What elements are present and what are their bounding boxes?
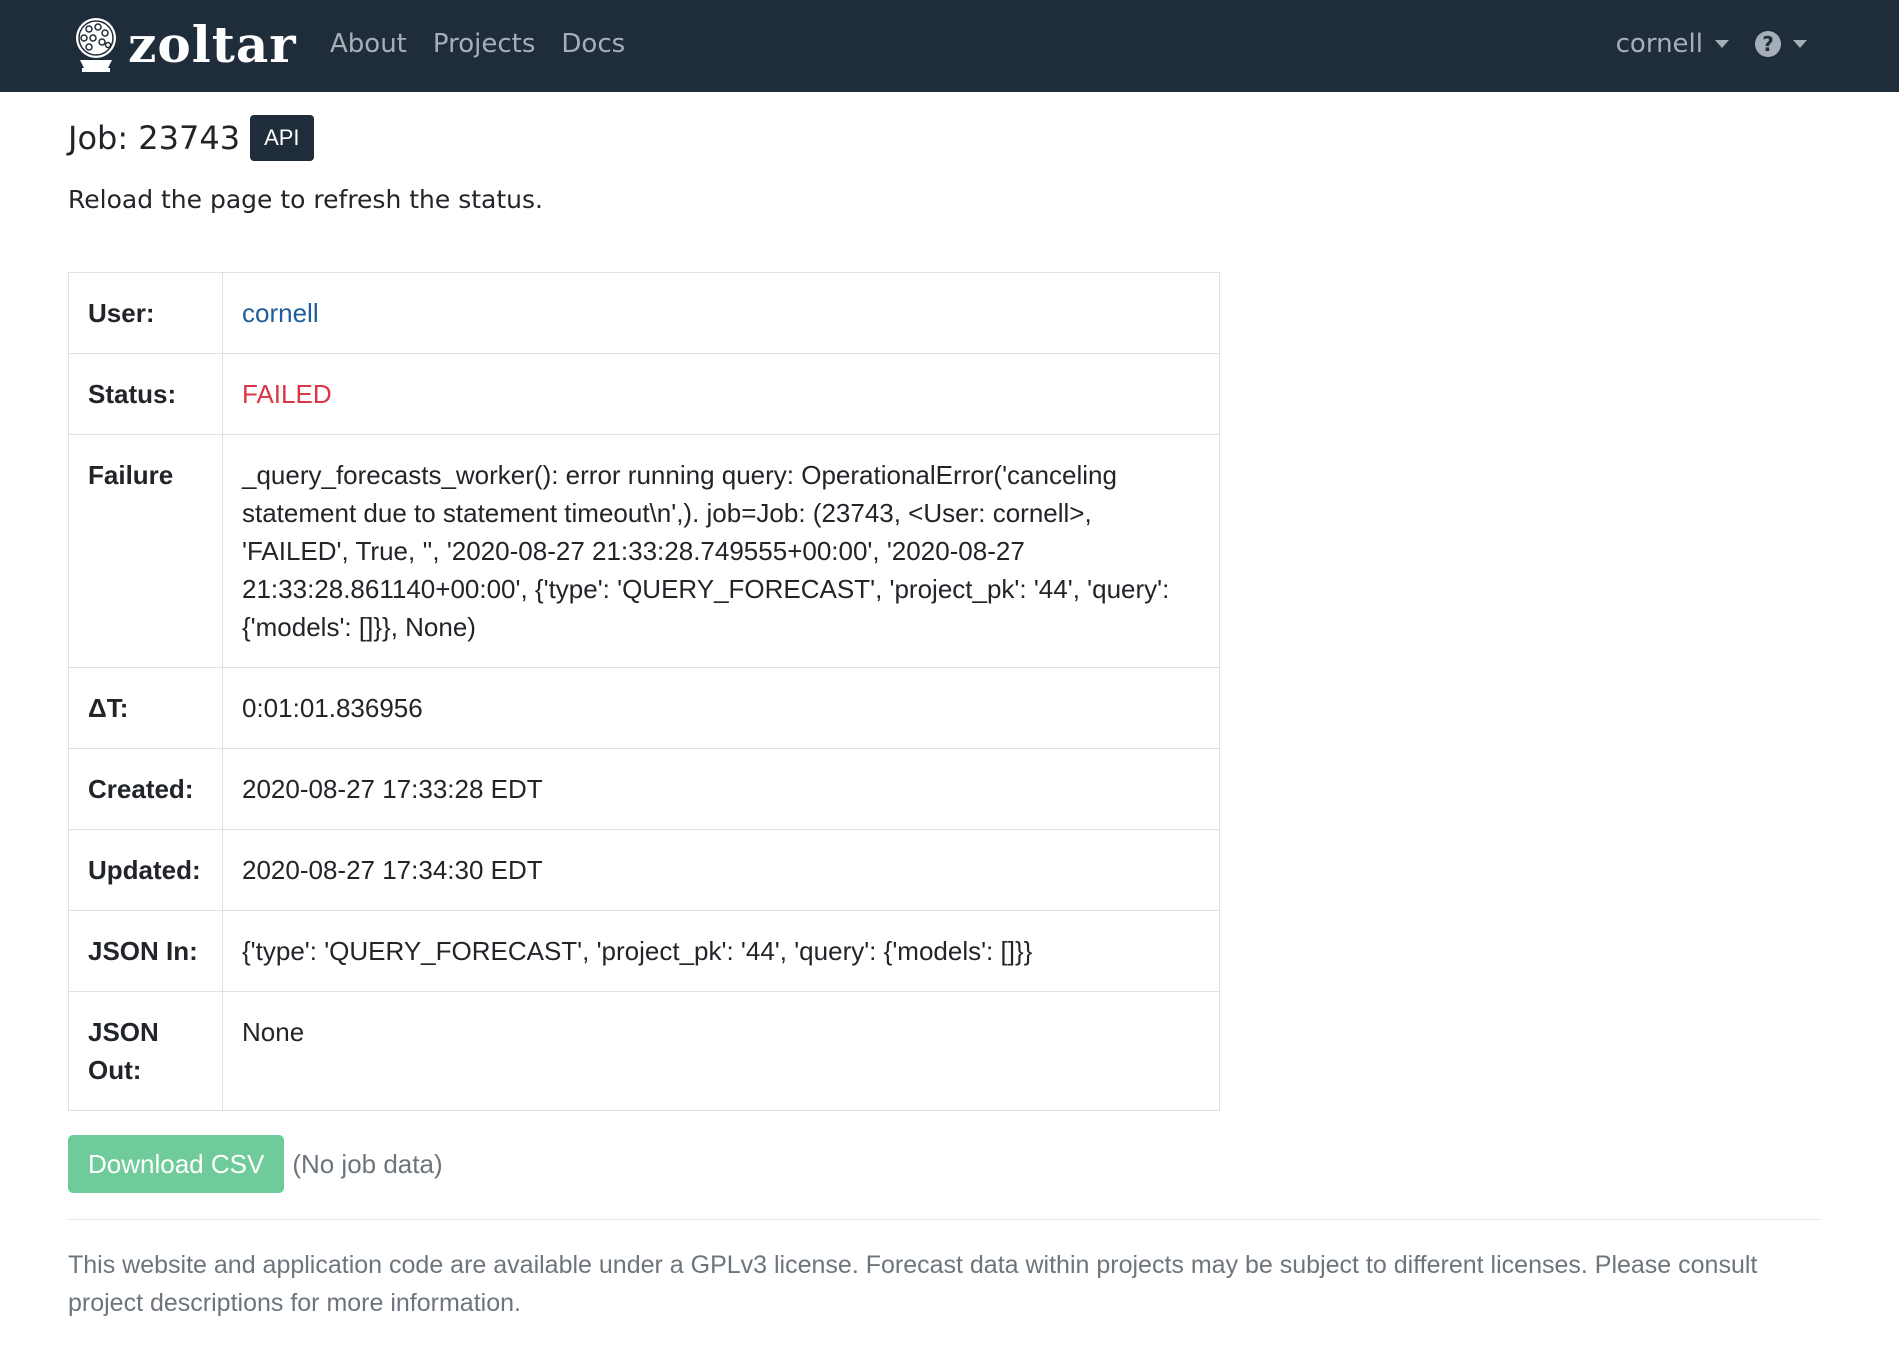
row-label: Created: bbox=[68, 748, 223, 830]
row-label: Updated: bbox=[68, 829, 223, 911]
row-label: Status: bbox=[68, 353, 223, 435]
status-badge: FAILED bbox=[242, 379, 332, 409]
top-navbar: zoltar About Projects Docs cornell ? bbox=[0, 0, 1899, 92]
delta-value: 0:01:01.836956 bbox=[222, 667, 1220, 749]
brand-name: zoltar bbox=[128, 15, 297, 74]
table-row-updated: Updated: 2020-08-27 17:34:30 EDT bbox=[68, 829, 1220, 911]
table-row-json-out: JSON Out: None bbox=[68, 991, 1220, 1111]
job-details-table: User: cornell Status: FAILED Failure _qu… bbox=[68, 272, 1220, 1111]
download-row: Download CSV (No job data) bbox=[68, 1135, 1820, 1193]
row-label: User: bbox=[68, 272, 223, 354]
table-row-user: User: cornell bbox=[68, 272, 1220, 354]
nav-link-about[interactable]: About bbox=[330, 26, 407, 62]
crystal-ball-logo-icon bbox=[76, 18, 116, 72]
reload-note: Reload the page to refresh the status. bbox=[68, 185, 543, 214]
footer-divider bbox=[68, 1219, 1820, 1220]
row-label: Failure bbox=[68, 434, 223, 668]
user-menu-label: cornell bbox=[1615, 29, 1703, 59]
download-csv-button[interactable]: Download CSV bbox=[68, 1135, 285, 1193]
row-label: JSON Out: bbox=[68, 991, 223, 1111]
help-menu-dropdown[interactable]: ? bbox=[1755, 31, 1807, 57]
nav-links: About Projects Docs bbox=[330, 26, 651, 62]
chevron-down-icon bbox=[1715, 40, 1729, 48]
footer-license-text: This website and application code are av… bbox=[68, 1251, 1758, 1317]
row-value: cornell bbox=[222, 272, 1220, 354]
table-row-failure: Failure _query_forecasts_worker(): error… bbox=[68, 434, 1220, 668]
nav-link-docs[interactable]: Docs bbox=[561, 26, 625, 62]
json-out-value: None bbox=[222, 991, 1220, 1111]
question-circle-icon: ? bbox=[1755, 31, 1781, 57]
api-button[interactable]: API bbox=[250, 115, 314, 161]
row-label: ΔT: bbox=[68, 667, 223, 749]
table-row-status: Status: FAILED bbox=[68, 353, 1220, 435]
table-row-created: Created: 2020-08-27 17:33:28 EDT bbox=[68, 748, 1220, 830]
row-label: JSON In: bbox=[68, 910, 223, 992]
page-title: Job: 23743 bbox=[68, 119, 241, 157]
brand-link[interactable]: zoltar bbox=[72, 10, 297, 80]
status-value: FAILED bbox=[222, 353, 1220, 435]
nav-link-projects[interactable]: Projects bbox=[433, 26, 536, 62]
title-row: Job: 23743 API bbox=[68, 115, 1820, 161]
table-row-json-in: JSON In: {'type': 'QUERY_FORECAST', 'pro… bbox=[68, 910, 1220, 992]
updated-value: 2020-08-27 17:34:30 EDT bbox=[222, 829, 1220, 911]
failure-message: _query_forecasts_worker(): error running… bbox=[222, 434, 1220, 668]
json-in-value: {'type': 'QUERY_FORECAST', 'project_pk':… bbox=[222, 910, 1220, 992]
created-value: 2020-08-27 17:33:28 EDT bbox=[222, 748, 1220, 830]
user-menu-dropdown[interactable]: cornell bbox=[1616, 26, 1729, 62]
no-data-note: (No job data) bbox=[292, 1148, 443, 1179]
table-row-delta: ΔT: 0:01:01.836956 bbox=[68, 667, 1220, 749]
main-content: Job: 23743 API Reload the page to refres… bbox=[68, 92, 1820, 1322]
chevron-down-icon bbox=[1793, 40, 1807, 48]
nav-right: cornell ? bbox=[1616, 26, 1807, 62]
user-link[interactable]: cornell bbox=[242, 298, 319, 328]
